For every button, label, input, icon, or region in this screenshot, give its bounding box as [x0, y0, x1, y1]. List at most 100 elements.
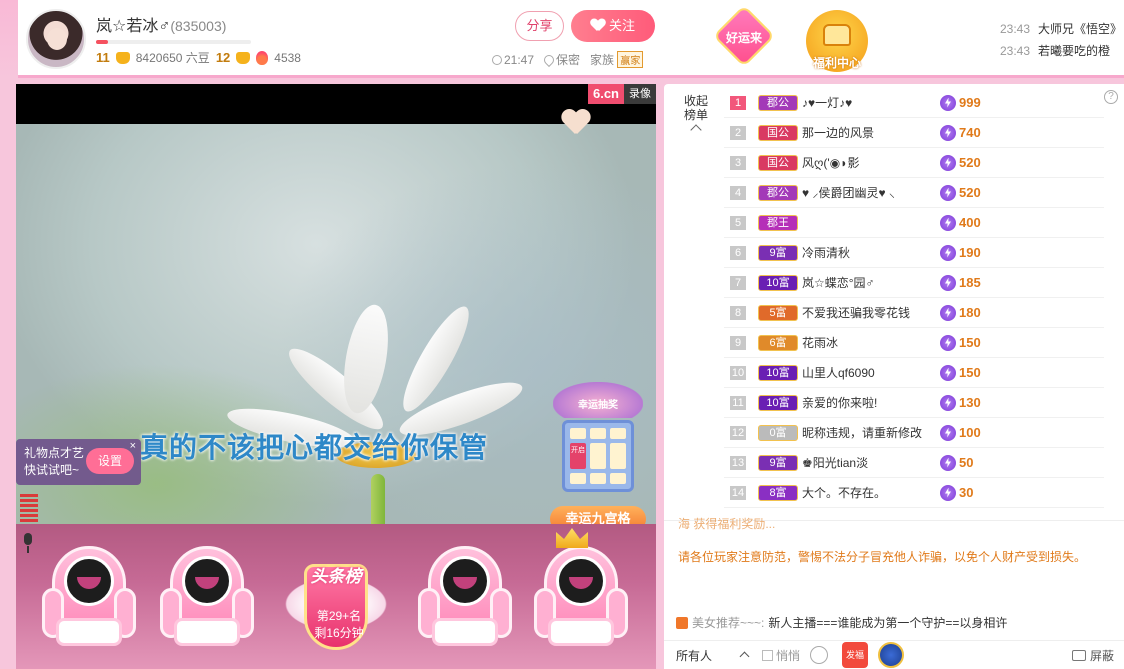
- guard-seat[interactable]: [42, 546, 136, 656]
- headline-title: 头条榜: [310, 567, 362, 586]
- gift-talent-tip: 礼物点才艺 快试试吧~ 设置 ×: [16, 439, 141, 485]
- location: 保密: [556, 53, 581, 67]
- rank-row[interactable]: 12 0富 昵称违规，请重新修改 100: [724, 418, 1104, 448]
- shield-button[interactable]: 屏蔽: [1071, 647, 1114, 664]
- rank-score: 185: [940, 274, 981, 291]
- rank-row[interactable]: 3 国公 风ღ('◉◗影 520: [724, 148, 1104, 178]
- wealth-badge: 郡公: [758, 94, 798, 111]
- rank-row[interactable]: 14 8富 大个。不存在。 30: [724, 478, 1104, 508]
- location-icon: [541, 52, 557, 68]
- guard-seat[interactable]: [534, 546, 628, 656]
- target-select[interactable]: 所有人: [676, 647, 750, 664]
- settings-button[interactable]: 设置: [86, 448, 134, 474]
- rank-username[interactable]: 那一边的风景: [802, 124, 938, 141]
- wealth-badge: 10富: [758, 394, 798, 411]
- chat-area: 海 获得福利奖励... 请各位玩家注意防范，警惕不法分子冒充他人诈骗，以免个人财…: [664, 517, 1124, 640]
- rank-row[interactable]: 1 郡公 ♪♥一灯♪♥ 999: [724, 88, 1104, 118]
- guard-seat[interactable]: [160, 546, 254, 656]
- rank-number: 4: [730, 185, 746, 200]
- red-packet-icon[interactable]: 发福利: [842, 642, 869, 668]
- rank-username[interactable]: 不爱我还骗我零花钱: [802, 304, 938, 321]
- rank-number: 5: [730, 215, 746, 230]
- close-icon[interactable]: ×: [130, 440, 136, 452]
- rank-row[interactable]: 2 国公 那一边的风景 740: [724, 118, 1104, 148]
- whisper-checkbox[interactable]: 悄悄: [762, 647, 800, 664]
- wealth-badge: 6富: [758, 334, 798, 351]
- wealth-badge: 5富: [758, 304, 798, 321]
- heart-icon: [591, 19, 605, 31]
- headline-ranking[interactable]: 第29+名 剩16分钟 头条榜: [278, 564, 394, 664]
- site-logo: 6.cn 录像: [587, 84, 656, 104]
- room-meta: 21:47 保密 家族 赢家: [492, 51, 644, 68]
- chevron-up-icon: [739, 651, 750, 662]
- heart-decoration: [561, 110, 591, 136]
- clock-icon: [492, 54, 502, 65]
- guard-seat[interactable]: [418, 546, 512, 656]
- family-label: 家族: [590, 53, 615, 67]
- fortune-crown-icon: [236, 51, 251, 64]
- rank-number: 13: [730, 455, 746, 470]
- rank-username[interactable]: 花雨冰: [802, 334, 938, 351]
- nine-palace-widget[interactable]: 幸运抽奖 开启 幸运九宫格: [548, 382, 648, 524]
- rank-score: 190: [940, 244, 981, 261]
- rank-number: 6: [730, 245, 746, 260]
- rank-number: 14: [730, 485, 746, 500]
- nine-palace-active: 开启: [570, 443, 586, 469]
- emoji-icon[interactable]: [810, 646, 829, 664]
- rank-username[interactable]: 大个。不存在。: [802, 484, 938, 501]
- rank-row[interactable]: 5 郡王 400: [724, 208, 1104, 238]
- rank-score: 520: [940, 184, 981, 201]
- rocket-icon[interactable]: [878, 642, 905, 668]
- lucky-button[interactable]: 好运来: [712, 4, 776, 68]
- nine-palace-title: 幸运抽奖: [578, 400, 618, 411]
- rank-row[interactable]: 4 郡公 ♥ ⸝侯爵团幽灵♥ ⸜ 520: [724, 178, 1104, 208]
- chat-toolbar: 所有人 悄悄 发福利 屏蔽: [664, 640, 1124, 669]
- collapse-rank-button[interactable]: 收起榜单: [682, 94, 710, 136]
- rank-list: 1 郡公 ♪♥一灯♪♥ 999 2 国公 那一边的风景 740 3 国公 风ღ('◉◗影 520 4 郡公…: [724, 88, 1104, 508]
- safety-notice: 请各位玩家注意防范，警惕不法分子冒充他人诈骗，以免个人财产受到损失。: [678, 550, 1087, 564]
- mic-icon[interactable]: [21, 533, 35, 553]
- rank-username[interactable]: ♚阳光tian淡: [802, 454, 938, 471]
- rank-username[interactable]: 风ღ('◉◗影: [802, 154, 938, 171]
- anchor-name-line: 岚☆若冰♂(835003): [96, 12, 226, 36]
- rank-username[interactable]: 昵称违规，请重新修改: [802, 424, 938, 441]
- anchor-avatar[interactable]: [26, 9, 86, 69]
- bolt-icon: [940, 304, 956, 321]
- rank-row[interactable]: 7 10富 岚☆蝶恋°园♂ 185: [724, 268, 1104, 298]
- speaker-icon: [676, 616, 688, 629]
- welfare-center-button[interactable]: 福利中心: [806, 10, 868, 72]
- page-edge: [0, 0, 18, 78]
- family-tag[interactable]: 赢家: [617, 51, 644, 68]
- rank-number: 11: [730, 395, 746, 410]
- rank-username[interactable]: 冷雨清秋: [802, 244, 938, 261]
- rank-score: 180: [940, 304, 981, 321]
- video-subtitle: 真的不该把心都交给你保管: [140, 432, 489, 463]
- rank-username[interactable]: ♪♥一灯♪♥: [802, 94, 938, 111]
- chat-message: 海 获得福利奖励...: [678, 517, 776, 531]
- rank-username[interactable]: 岚☆蝶恋°园♂: [802, 274, 938, 291]
- rank-username[interactable]: ♥ ⸝侯爵团幽灵♥ ⸜: [802, 184, 938, 201]
- bolt-icon: [940, 484, 956, 501]
- rank-row[interactable]: 11 10富 亲爱的你来啦! 130: [724, 388, 1104, 418]
- rank-username[interactable]: 山里人qf6090: [802, 364, 938, 381]
- bolt-icon: [940, 364, 956, 381]
- rank-score: 999: [940, 94, 981, 111]
- volume-meter[interactable]: [20, 494, 38, 524]
- rank-username[interactable]: 亲爱的你来啦!: [802, 394, 938, 411]
- recommend-text[interactable]: 新人主播===谁能成为第一个守护==以身相许: [768, 614, 1007, 631]
- guard-seats: 第29+名 剩16分钟 头条榜: [16, 524, 656, 669]
- share-button[interactable]: 分享: [515, 11, 564, 41]
- rank-score: 130: [940, 394, 981, 411]
- level-progress: [96, 40, 251, 44]
- rank-row[interactable]: 8 5富 不爱我还骗我零花钱 180: [724, 298, 1104, 328]
- help-icon[interactable]: ?: [1104, 90, 1118, 104]
- anchor-beans: 8420650 六豆: [135, 51, 210, 65]
- rank-row[interactable]: 9 6富 花雨冰 150: [724, 328, 1104, 358]
- live-time: 21:47: [504, 52, 535, 67]
- wealth-badge: 10富: [758, 274, 798, 291]
- rank-row[interactable]: 13 9富 ♚阳光tian淡 50: [724, 448, 1104, 478]
- rank-score: 520: [940, 154, 981, 171]
- rank-row[interactable]: 10 10富 山里人qf6090 150: [724, 358, 1104, 388]
- rank-row[interactable]: 6 9富 冷雨清秋 190: [724, 238, 1104, 268]
- follow-button[interactable]: 关注: [571, 10, 655, 42]
